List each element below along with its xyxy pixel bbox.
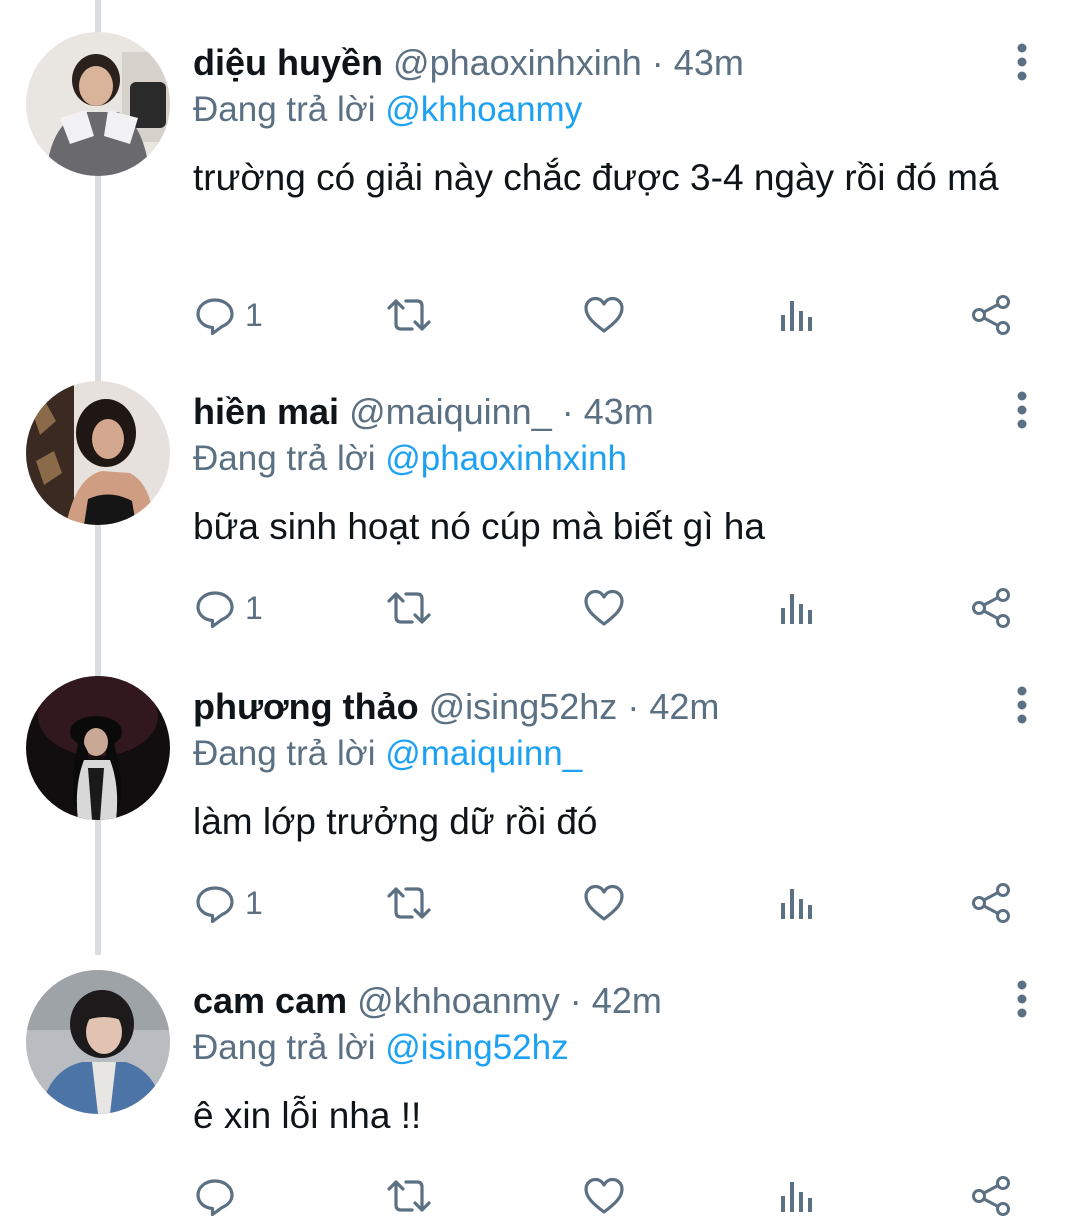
timestamp[interactable]: 42m bbox=[592, 980, 662, 1021]
user-handle[interactable]: @ising52hz bbox=[429, 686, 618, 727]
replying-to-label: Đang trả lời bbox=[193, 734, 376, 773]
avatar[interactable] bbox=[26, 32, 170, 176]
tweet-text: trường có giải này chắc được 3-4 ngày rồ… bbox=[193, 157, 999, 198]
timestamp[interactable]: 42m bbox=[649, 686, 719, 727]
share-icon bbox=[972, 295, 1010, 335]
reply-count: 1 bbox=[245, 884, 263, 921]
more-vertical-icon[interactable] bbox=[1006, 979, 1038, 1019]
more-vertical-icon[interactable] bbox=[1006, 42, 1038, 82]
analytics-icon bbox=[781, 301, 812, 331]
reply-button[interactable]: 1 bbox=[193, 291, 263, 339]
replying-to-label: Đang trả lời bbox=[193, 90, 376, 129]
analytics-icon bbox=[781, 594, 812, 624]
share-icon bbox=[972, 1176, 1010, 1216]
tweet-text: ê xin lỗi nha !! bbox=[193, 1095, 422, 1136]
reply-icon bbox=[196, 298, 234, 336]
share-icon bbox=[972, 883, 1010, 923]
timestamp[interactable]: 43m bbox=[674, 42, 744, 83]
replying-to-mention[interactable]: @khhoanmy bbox=[385, 90, 582, 129]
reply-icon bbox=[196, 591, 234, 629]
like-button[interactable] bbox=[582, 1172, 626, 1220]
retweet-button[interactable] bbox=[385, 879, 433, 927]
tweet-header: phương thảo @ising52hz · 42m bbox=[193, 684, 719, 730]
replying-to: Đang trả lời @ising52hz bbox=[193, 1026, 569, 1070]
heart-icon bbox=[584, 1177, 624, 1214]
tweet-header: diệu huyền @phaoxinhxinh · 43m bbox=[193, 40, 744, 86]
timestamp[interactable]: 43m bbox=[584, 391, 654, 432]
tweet-text: làm lớp trưởng dữ rồi đó bbox=[193, 801, 598, 842]
like-button[interactable] bbox=[582, 879, 626, 927]
avatar[interactable] bbox=[26, 381, 170, 525]
tweet-actions: 1 bbox=[193, 291, 1023, 339]
display-name[interactable]: phương thảo bbox=[193, 686, 419, 727]
tweet-header: hiền mai @maiquinn_ · 43m bbox=[193, 389, 654, 435]
share-icon bbox=[972, 588, 1010, 628]
share-button[interactable] bbox=[969, 291, 1013, 339]
separator: · bbox=[569, 980, 582, 1021]
like-button[interactable] bbox=[582, 584, 626, 632]
tweet-header: cam cam @khhoanmy · 42m bbox=[193, 978, 662, 1024]
retweet-icon bbox=[387, 299, 431, 331]
display-name[interactable]: hiền mai bbox=[193, 391, 339, 432]
retweet-button[interactable] bbox=[385, 584, 433, 632]
reply-icon bbox=[196, 1179, 234, 1217]
tweet-text: bữa sinh hoạt nó cúp mà biết gì ha bbox=[193, 506, 765, 547]
heart-icon bbox=[584, 589, 624, 626]
retweet-icon bbox=[387, 887, 431, 919]
retweet-button[interactable] bbox=[385, 1172, 433, 1220]
user-handle[interactable]: @phaoxinhxinh bbox=[393, 42, 642, 83]
analytics-icon bbox=[781, 889, 812, 919]
analytics-button[interactable] bbox=[777, 879, 817, 927]
replying-to: Đang trả lời @maiquinn_ bbox=[193, 732, 582, 776]
share-button[interactable] bbox=[969, 879, 1013, 927]
analytics-button[interactable] bbox=[777, 1172, 817, 1220]
display-name[interactable]: diệu huyền bbox=[193, 42, 383, 83]
retweet-button[interactable] bbox=[385, 291, 433, 339]
reply-icon bbox=[196, 886, 234, 924]
share-button[interactable] bbox=[969, 1172, 1013, 1220]
retweet-icon bbox=[387, 1180, 431, 1212]
replying-to: Đang trả lời @phaoxinhxinh bbox=[193, 437, 627, 481]
avatar[interactable] bbox=[26, 970, 170, 1114]
separator: · bbox=[627, 686, 640, 727]
share-button[interactable] bbox=[969, 584, 1013, 632]
replying-to-mention[interactable]: @maiquinn_ bbox=[385, 734, 582, 773]
replying-to-label: Đang trả lời bbox=[193, 1028, 376, 1067]
user-handle[interactable]: @khhoanmy bbox=[357, 980, 560, 1021]
more-vertical-icon[interactable] bbox=[1006, 685, 1038, 725]
heart-icon bbox=[584, 296, 624, 333]
analytics-button[interactable] bbox=[777, 584, 817, 632]
replying-to-mention[interactable]: @ising52hz bbox=[385, 1028, 568, 1067]
analytics-button[interactable] bbox=[777, 291, 817, 339]
reply-button[interactable]: 1 bbox=[193, 584, 263, 632]
reply-button[interactable] bbox=[193, 1172, 245, 1220]
avatar[interactable] bbox=[26, 676, 170, 820]
tweet-actions bbox=[193, 1172, 1023, 1220]
like-button[interactable] bbox=[582, 291, 626, 339]
user-handle[interactable]: @maiquinn_ bbox=[349, 391, 552, 432]
reply-count: 1 bbox=[245, 296, 263, 333]
heart-icon bbox=[584, 884, 624, 921]
reply-count: 1 bbox=[245, 589, 263, 626]
replying-to-mention[interactable]: @phaoxinhxinh bbox=[385, 439, 627, 478]
replying-to: Đang trả lời @khhoanmy bbox=[193, 88, 582, 132]
separator: · bbox=[651, 42, 664, 83]
replying-to-label: Đang trả lời bbox=[193, 439, 376, 478]
display-name[interactable]: cam cam bbox=[193, 980, 347, 1021]
tweet-actions: 1 bbox=[193, 584, 1023, 632]
more-vertical-icon[interactable] bbox=[1006, 390, 1038, 430]
reply-button[interactable]: 1 bbox=[193, 879, 263, 927]
separator: · bbox=[561, 391, 574, 432]
tweet-actions: 1 bbox=[193, 879, 1023, 927]
analytics-icon bbox=[781, 1182, 812, 1212]
retweet-icon bbox=[387, 592, 431, 624]
